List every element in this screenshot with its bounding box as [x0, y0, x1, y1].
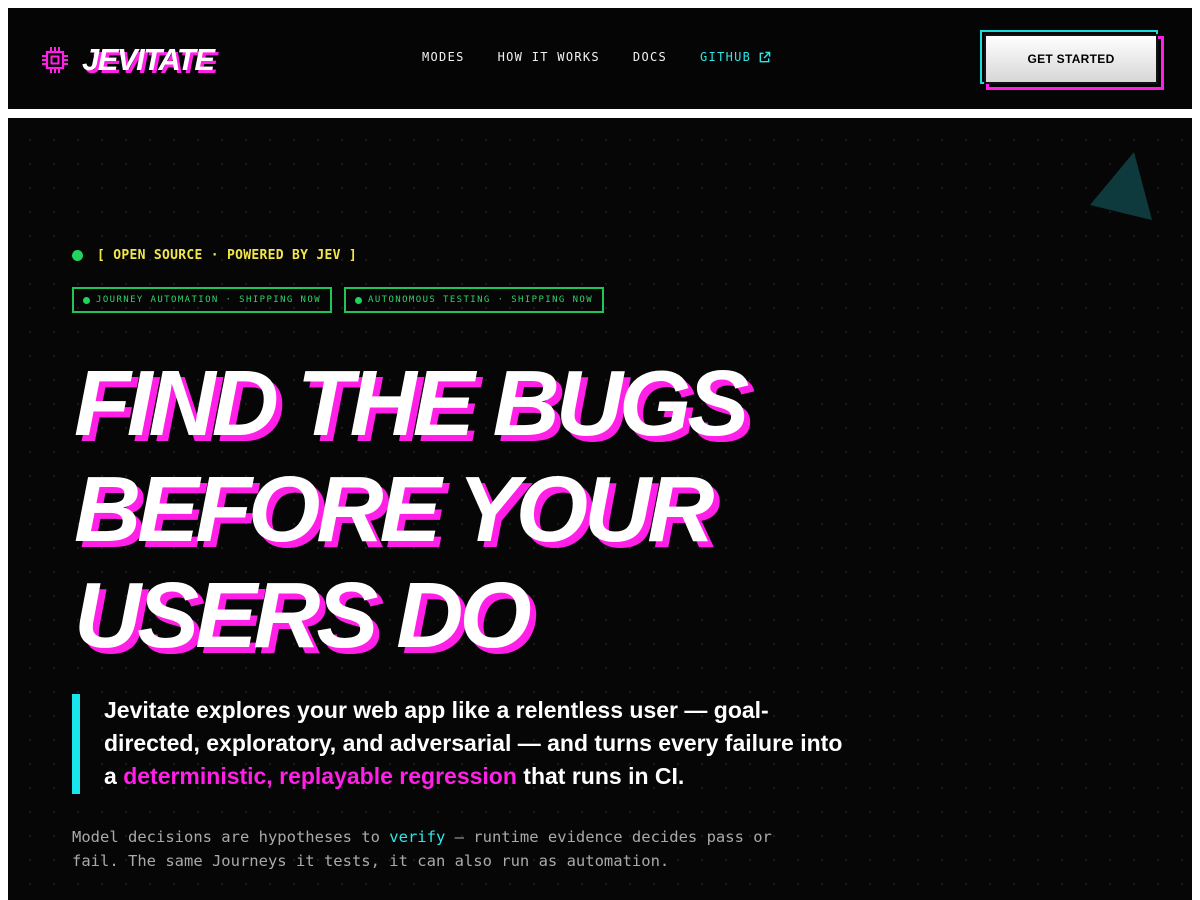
fine-highlight: verify	[389, 828, 446, 846]
nav-link-docs[interactable]: DOCS	[633, 50, 667, 64]
external-link-icon	[759, 51, 771, 62]
badge-label: JOURNEY AUTOMATION · SHIPPING NOW	[96, 295, 322, 305]
hero-lede: Jevitate explores your web app like a re…	[72, 694, 852, 794]
headline-line-1: FIND THE BUGS	[74, 351, 749, 455]
badge-dot-icon	[83, 296, 90, 304]
status-dot-icon	[72, 250, 83, 261]
nav-links: MODES HOW IT WORKS DOCS GITHUB	[422, 50, 804, 64]
hero-fine-print: Model decisions are hypotheses to verify…	[72, 825, 772, 873]
lede-text-end: that runs in CI.	[516, 763, 685, 789]
nav-link-modes[interactable]: MODES	[422, 50, 465, 64]
nav-link-github[interactable]: GITHUB	[700, 50, 771, 64]
eyebrow-text: [ OPEN SOURCE · POWERED BY JEV ]	[97, 248, 358, 263]
get-started-button[interactable]: GET STARTED	[984, 34, 1158, 84]
hero-section: [ OPEN SOURCE · POWERED BY JEV ] JOURNEY…	[8, 118, 1192, 900]
triangle-decoration-icon	[1090, 152, 1152, 220]
logo[interactable]: JEVITATE	[40, 40, 215, 80]
status-badges: JOURNEY AUTOMATION · SHIPPING NOW AUTONO…	[72, 287, 616, 313]
headline-line-2: BEFORE YOUR	[74, 457, 714, 561]
headline-line-3: USERS DO	[74, 563, 532, 667]
lede-highlight: deterministic, replayable regression	[123, 763, 517, 789]
nav-link-github-label: GITHUB	[700, 50, 752, 64]
badge-autonomous-testing: AUTONOMOUS TESTING · SHIPPING NOW	[344, 287, 605, 313]
logo-wordmark: JEVITATE	[82, 42, 215, 77]
top-nav-bar: JEVITATE MODES HOW IT WORKS DOCS GITHUB …	[8, 8, 1192, 109]
get-started-cta: GET STARTED	[980, 30, 1164, 92]
lede-accent-bar	[72, 694, 80, 794]
lede-text: Jevitate explores your web app like a re…	[104, 694, 844, 794]
badge-label: AUTONOMOUS TESTING · SHIPPING NOW	[368, 295, 594, 305]
badge-dot-icon	[355, 296, 363, 304]
chip-icon	[42, 47, 68, 73]
nav-link-how-it-works[interactable]: HOW IT WORKS	[498, 50, 600, 64]
fine-text-start: Model decisions are hypotheses to	[72, 828, 390, 846]
hero-headline: FIND THE BUGS BEFORE YOUR USERS DO	[74, 350, 749, 668]
eyebrow: [ OPEN SOURCE · POWERED BY JEV ]	[72, 248, 357, 263]
badge-journey-automation: JOURNEY AUTOMATION · SHIPPING NOW	[72, 287, 333, 313]
